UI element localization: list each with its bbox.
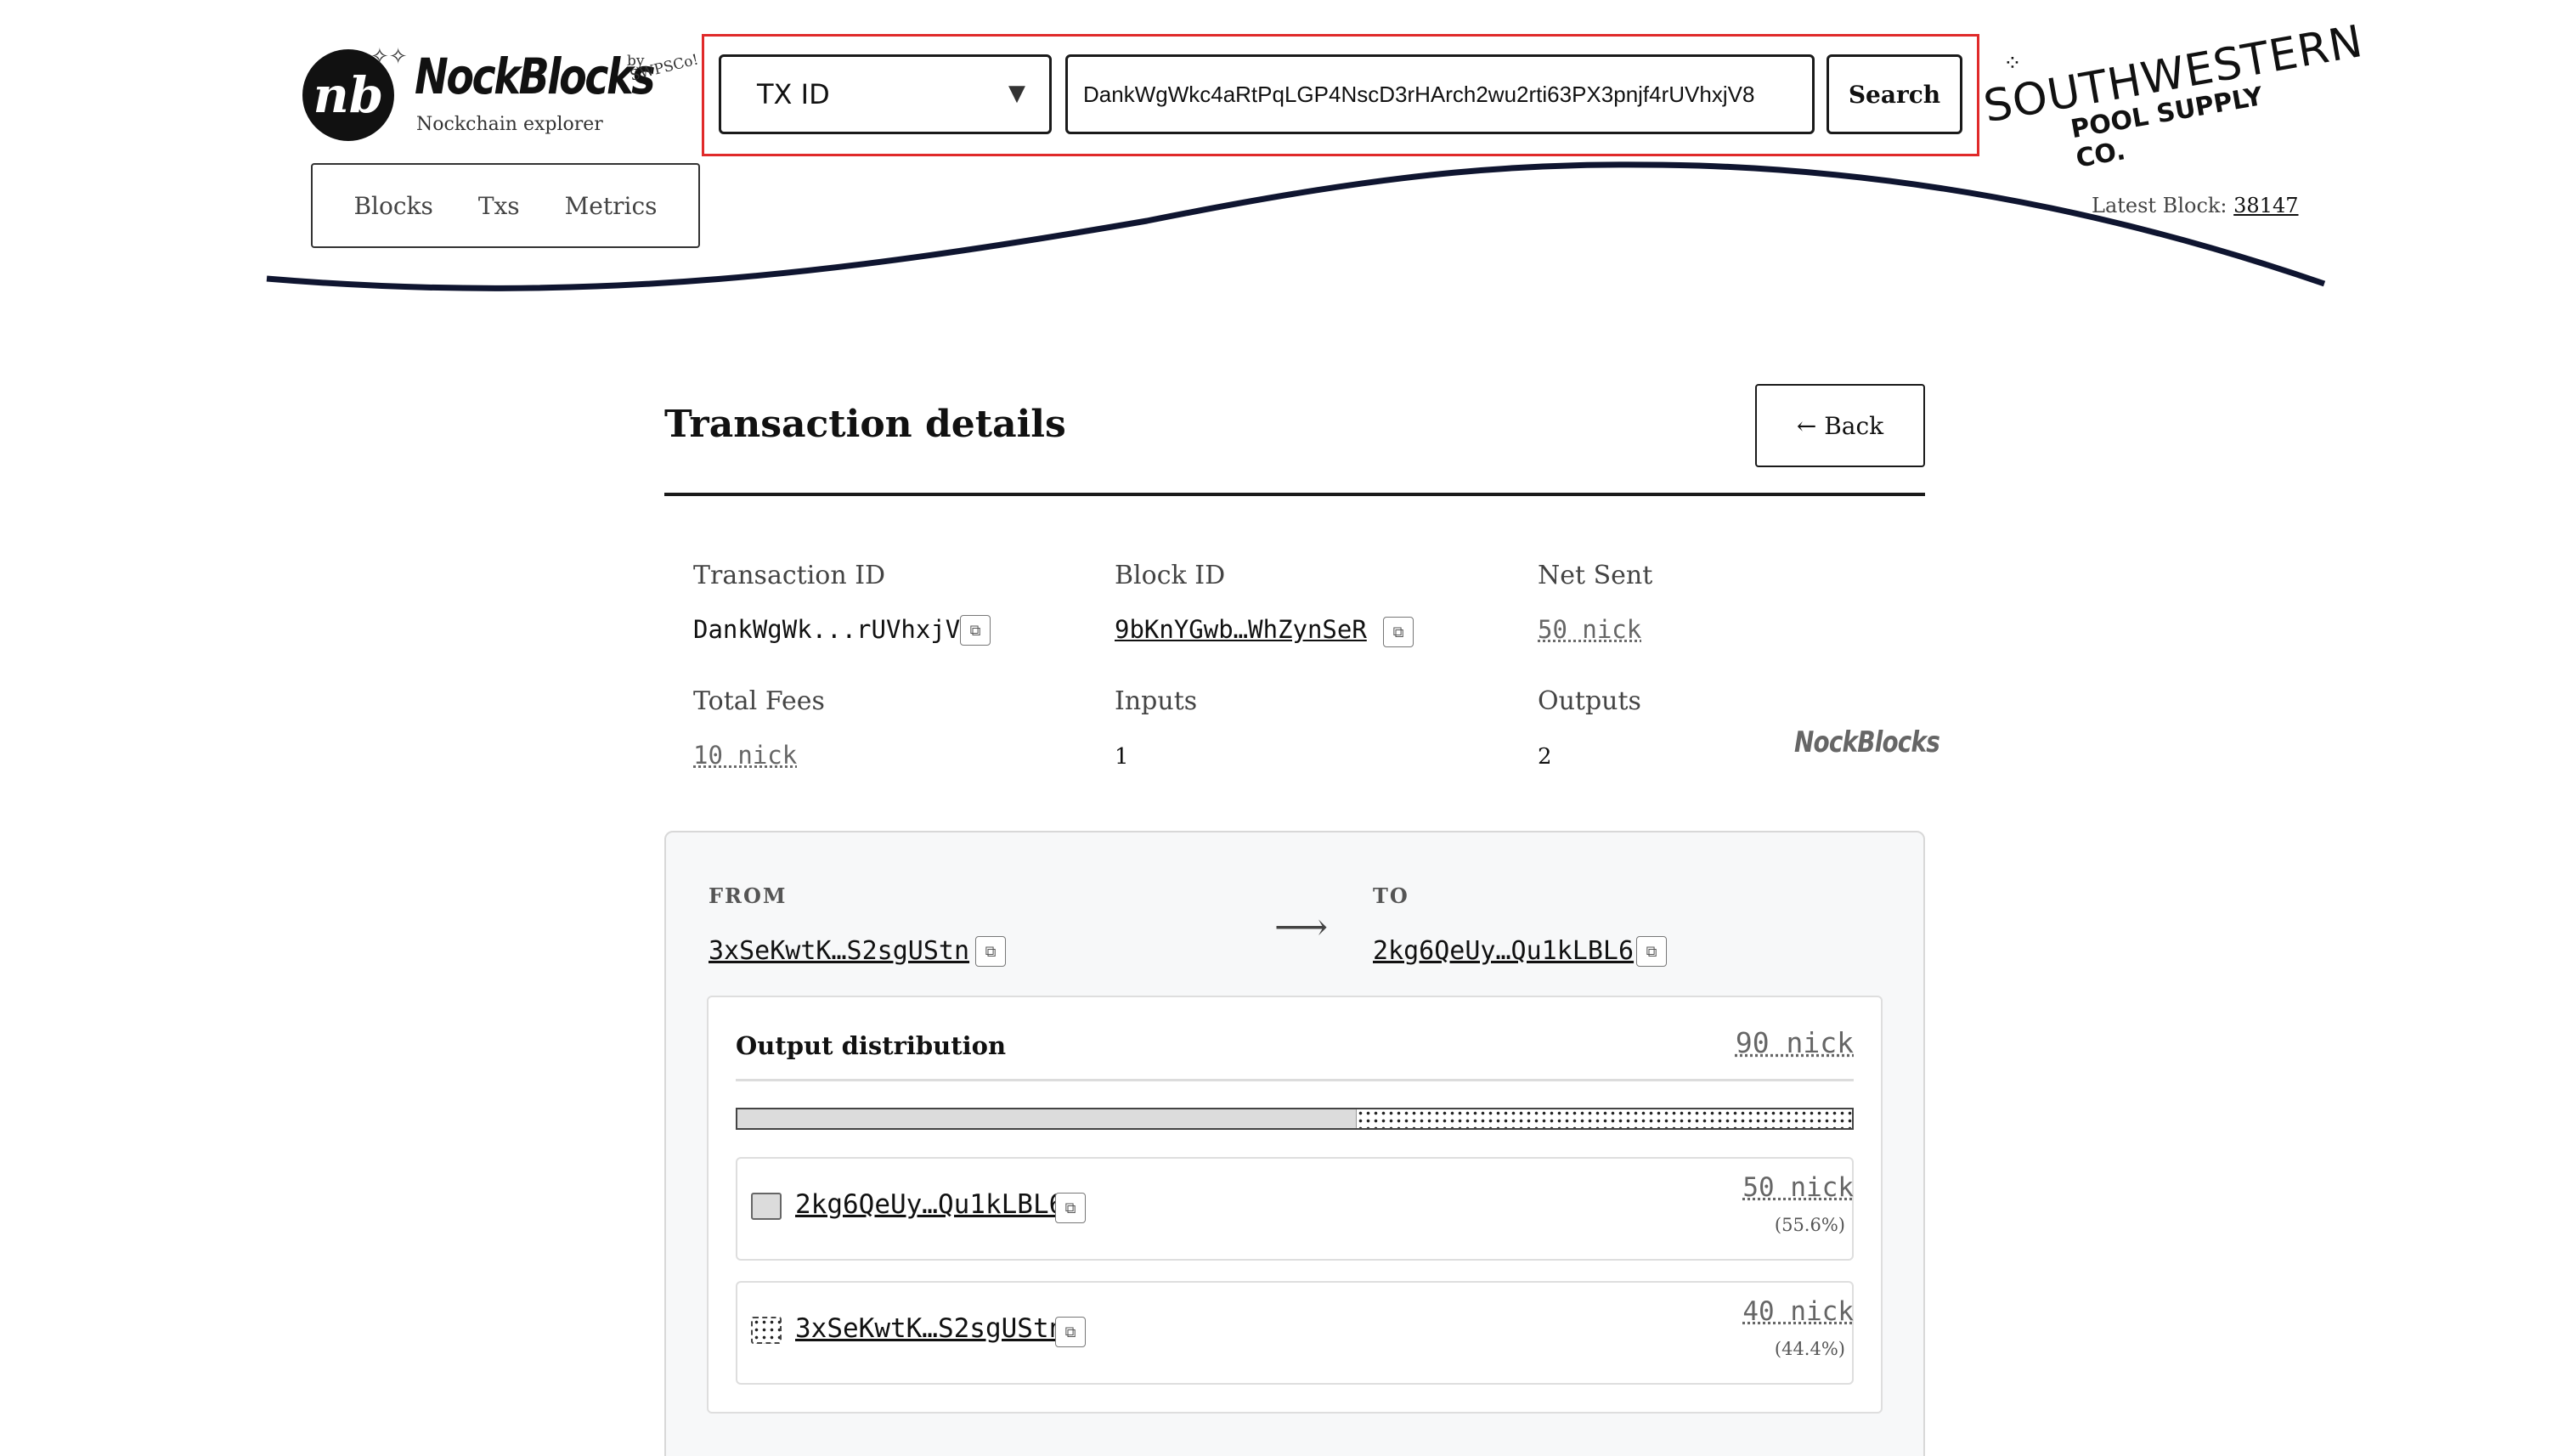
net-sent-value: 50 nick <box>1538 615 1641 644</box>
block-id-label: Block ID <box>1115 561 1225 590</box>
brand-name[interactable]: NockBlocks <box>415 48 653 105</box>
copy-icon[interactable]: ⧉ <box>1055 1193 1086 1223</box>
output-distribution-title: Output distribution <box>736 1031 1006 1060</box>
nb-monogram-icon: nb <box>313 66 384 124</box>
sparkle-icon: ✧✧ <box>370 44 408 70</box>
output-address-link[interactable]: 3xSeKwtK…S2sgUStn <box>795 1313 1064 1344</box>
distribution-bar-segment-solid <box>737 1109 1357 1128</box>
net-sent-label: Net Sent <box>1538 561 1652 590</box>
output-distribution-total: 90 nick <box>1736 1026 1854 1059</box>
total-fees-value: 10 nick <box>693 741 797 770</box>
brand-subtitle: Nockchain explorer <box>416 114 603 135</box>
main-nav: Blocks Txs Metrics <box>311 163 700 248</box>
output-percent: (55.6%) <box>1775 1215 1845 1235</box>
transaction-id-label: Transaction ID <box>693 561 885 590</box>
copy-icon[interactable]: ⧉ <box>1383 617 1414 647</box>
output-percent: (44.4%) <box>1775 1339 1845 1359</box>
output-amount: 40 nick <box>1742 1296 1854 1327</box>
dropdown-arrow-icon: ▼ <box>1008 81 1025 106</box>
distribution-divider <box>736 1079 1854 1081</box>
outputs-value: 2 <box>1538 744 1552 770</box>
latest-block-link[interactable]: 38147 <box>2233 194 2298 217</box>
page-title: Transaction details <box>664 403 1066 446</box>
search-button[interactable]: Search <box>1827 54 1962 134</box>
latest-block: Latest Block: 38147 <box>2092 194 2299 217</box>
nav-txs[interactable]: Txs <box>478 192 520 220</box>
block-id-link[interactable]: 9bKnYGwb…WhZynSeR <box>1115 615 1367 644</box>
inputs-label: Inputs <box>1115 686 1197 716</box>
total-fees-label: Total Fees <box>693 686 825 716</box>
copy-icon[interactable]: ⧉ <box>960 615 991 646</box>
nockblocks-watermark: NockBlocks <box>1794 725 1939 759</box>
solid-swatch-icon <box>751 1193 782 1220</box>
search-input[interactable] <box>1065 54 1815 134</box>
nav-blocks[interactable]: Blocks <box>353 192 432 220</box>
back-button[interactable]: ← Back <box>1755 384 1925 467</box>
search-type-selected: TX ID <box>757 78 830 110</box>
to-label: TO <box>1373 883 1409 908</box>
inputs-value: 1 <box>1115 744 1129 770</box>
from-address-link[interactable]: 3xSeKwtK…S2sgUStn <box>709 936 969 966</box>
to-address-link[interactable]: 2kg6QeUy…Qu1kLBL6 <box>1373 936 1634 966</box>
output-address-link[interactable]: 2kg6QeUy…Qu1kLBL6 <box>795 1189 1064 1220</box>
copy-icon[interactable]: ⧉ <box>975 936 1006 967</box>
distribution-bar <box>736 1108 1854 1130</box>
latest-block-label: Latest Block: <box>2092 194 2227 217</box>
arrow-right-icon: ⟶ <box>1274 906 1328 949</box>
distribution-bar-segment-dotted <box>1357 1109 1852 1128</box>
site-header: nb ✧✧ NockBlocks Nockchain explorer by S… <box>0 0 2569 306</box>
dotted-swatch-icon <box>751 1317 782 1344</box>
from-label: FROM <box>709 883 787 908</box>
transaction-id-value: DankWgWk...rUVhxjV8 <box>693 615 975 644</box>
outputs-label: Outputs <box>1538 686 1641 716</box>
copy-icon[interactable]: ⧉ <box>1055 1317 1086 1347</box>
copy-icon[interactable]: ⧉ <box>1636 936 1667 967</box>
title-divider <box>664 493 1925 496</box>
output-amount: 50 nick <box>1742 1172 1854 1203</box>
nav-metrics[interactable]: Metrics <box>565 192 658 220</box>
search-type-select[interactable]: TX ID ▼ <box>719 54 1052 134</box>
